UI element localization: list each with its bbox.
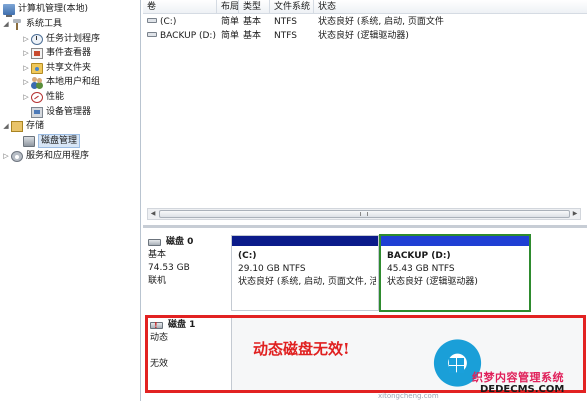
tree-item-performance[interactable]: ▷ 性能 [22,90,64,104]
column-header-layout[interactable]: 布局 [217,0,239,14]
event-viewer-icon [31,47,43,59]
horizontal-scrollbar[interactable]: ◀ ▶ [147,208,581,220]
tree-item-task-scheduler[interactable]: ▷ 任务计划程序 [22,32,100,46]
tree-item-label: 存储 [26,121,45,131]
volume-name: (C:) [160,17,177,27]
partition-c[interactable]: (C:) 29.10 GB NTFS 状态良好 (系统, 启动, 页面文件, 活 [231,235,379,311]
scroll-right-icon[interactable]: ▶ [570,209,580,219]
tree-item-device-manager[interactable]: 设备管理器 [30,105,91,119]
column-header-filesystem[interactable]: 文件系统 [270,0,314,14]
volume-name-cell: BACKUP (D:) [143,30,217,43]
partition-c-name: (C:) [238,251,257,261]
partition-d-status: 状态良好 (逻辑驱动器) [387,277,478,287]
expand-arrow-icon[interactable]: ▷ [22,61,30,75]
disk0-type: 基本 [148,250,167,260]
volume-status: 状态良好 (系统, 启动, 页面文件 [318,17,444,27]
volume-row[interactable]: (C:) 简单 基本 NTFS 状态良好 (系统, 启动, 页面文件 [143,16,587,29]
tree-item-label: 性能 [46,92,65,102]
expand-arrow-icon[interactable]: ▷ [22,32,30,46]
watermark-sub: xitongcheng.com [378,392,439,400]
tree-item-services-apps[interactable]: ▷ 服务和应用程序 [2,149,89,163]
volume-status: 状态良好 (逻辑驱动器) [318,31,409,41]
windows-logo-icon [449,358,465,374]
tools-icon [11,18,23,30]
disk0-info[interactable]: 磁盘 0 基本 74.53 GB 联机 [148,236,228,288]
console-tree: 计算机管理(本地) ◢ 系统工具 ▷ 任务计划程序 ▷ 事件查看器 ▷ 共享文件… [0,0,141,401]
shared-folder-icon [31,62,43,74]
disk0-state: 联机 [148,276,167,286]
tree-item-label: 任务计划程序 [46,34,101,44]
tree-item-label: 系统工具 [26,19,63,29]
tree-item-local-users[interactable]: ▷ 本地用户和组 [22,75,100,89]
collapse-arrow-icon[interactable]: ◢ [2,119,10,133]
volume-row[interactable]: BACKUP (D:) 简单 基本 NTFS 状态良好 (逻辑驱动器) [143,30,587,43]
expand-arrow-icon[interactable]: ▷ [2,149,10,163]
tree-item-disk-management[interactable]: 磁盘管理 [22,134,81,148]
volume-type: 基本 [243,17,262,27]
volume-icon [147,18,157,23]
expand-arrow-icon[interactable]: ▷ [22,46,30,60]
partition-c-size: 29.10 GB NTFS [238,264,306,274]
tree-item-label: 本地用户和组 [46,77,101,87]
expand-arrow-icon[interactable]: ▷ [22,90,30,104]
tree-item-label: 计算机管理(本地) [18,4,89,14]
clock-icon [31,33,43,45]
partition-d-size: 45.43 GB NTFS [387,264,455,274]
tree-item-label: 服务和应用程序 [26,151,90,161]
partition-d-bar [381,236,529,246]
partition-c-status: 状态良好 (系统, 启动, 页面文件, 活 [238,277,376,287]
tree-item-storage[interactable]: ◢ 存储 [2,119,44,133]
services-icon [11,150,23,162]
volume-filesystem: NTFS [274,31,297,41]
tree-item-shared-folders[interactable]: ▷ 共享文件夹 [22,61,91,75]
volume-icon [147,32,157,37]
scrollbar-thumb[interactable] [159,210,570,218]
annotation-text: 动态磁盘无效! [253,340,350,358]
scroll-left-icon[interactable]: ◀ [148,209,158,219]
storage-icon [11,120,23,132]
tree-item-label: 事件查看器 [46,48,92,58]
tree-item-computer-management[interactable]: 计算机管理(本地) [2,2,89,17]
collapse-arrow-icon[interactable]: ◢ [2,17,10,31]
disk0-size: 74.53 GB [148,263,190,273]
performance-icon [31,91,43,103]
tree-item-label: 磁盘管理 [38,134,81,148]
volume-layout: 简单 [221,17,239,27]
pane-splitter[interactable] [143,225,587,228]
partition-d-name: BACKUP (D:) [387,251,451,261]
tree-item-system-tools[interactable]: ◢ 系统工具 [2,17,62,31]
watermark-brand: 织梦内容管理系统 [472,371,564,384]
volume-filesystem: NTFS [274,17,297,27]
disk-drive-icon [148,239,161,246]
tree-item-label: 设备管理器 [46,107,92,117]
users-icon [31,76,43,88]
column-header-type[interactable]: 类型 [239,0,270,14]
computer-icon [3,3,15,17]
volume-name: BACKUP (D:) [160,31,216,41]
partition-c-bar [232,236,378,246]
grip-icon [360,212,368,216]
tree-item-event-viewer[interactable]: ▷ 事件查看器 [22,46,91,60]
disk0-title: 磁盘 0 [166,237,194,247]
column-header-volume[interactable]: 卷 [143,0,217,14]
volume-type: 基本 [243,31,262,41]
tree-item-label: 共享文件夹 [46,63,92,73]
volume-name-cell: (C:) [143,16,217,29]
column-header-status[interactable]: 状态 [314,0,587,14]
volume-layout: 简单 [221,31,239,41]
watermark-domain: DEDECMS.COM [480,384,565,395]
disk-icon [23,135,35,147]
volume-list-header: 卷 布局 类型 文件系统 状态 [143,0,587,14]
expand-arrow-icon[interactable]: ▷ [22,75,30,89]
partition-d[interactable]: BACKUP (D:) 45.43 GB NTFS 状态良好 (逻辑驱动器) [379,234,531,312]
device-manager-icon [31,106,43,118]
